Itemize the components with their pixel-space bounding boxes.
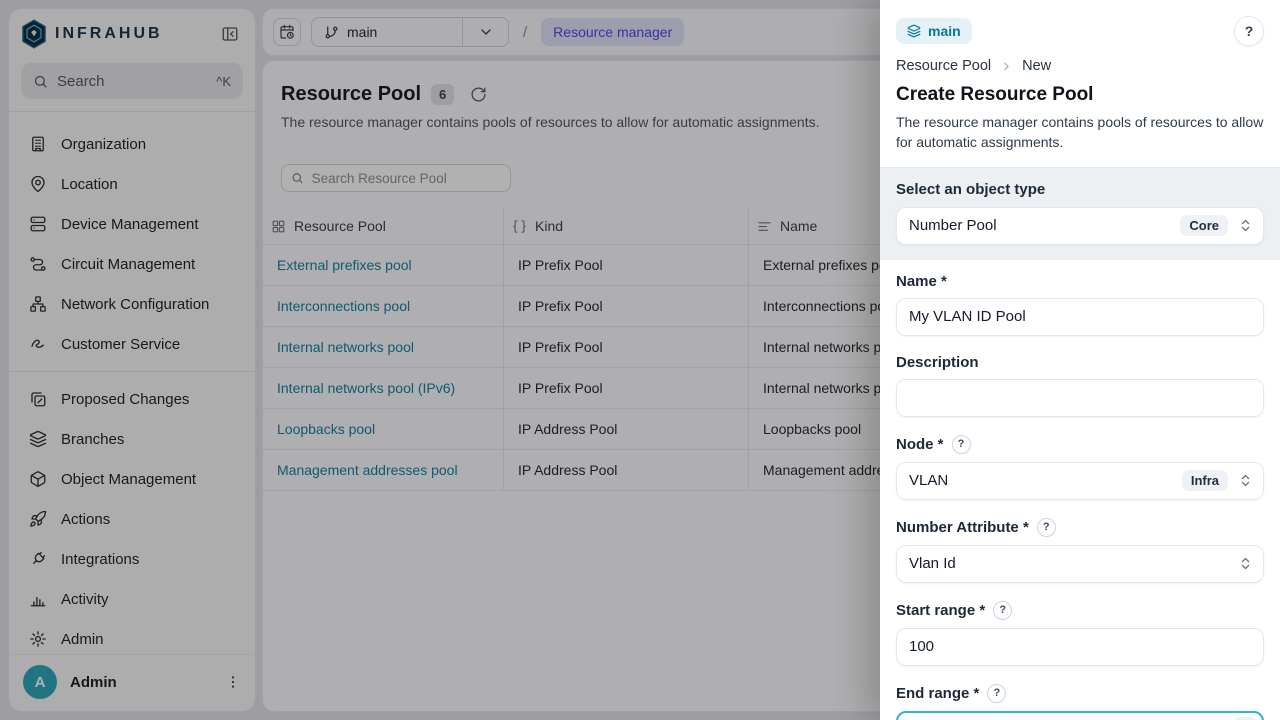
chevrons-up-down-icon [1238, 556, 1253, 571]
breadcrumb-current: New [1022, 58, 1051, 74]
breadcrumb-parent[interactable]: Resource Pool [896, 58, 991, 74]
namespace-badge: Infra [1182, 470, 1228, 491]
end-range-label: End range * [896, 685, 979, 702]
name-input[interactable] [896, 298, 1264, 336]
create-resource-pool-drawer: main ? Resource Pool New Create Resource… [880, 0, 1280, 720]
drawer-description: The resource manager contains pools of r… [896, 112, 1264, 153]
number-attribute-select[interactable]: Vlan Id [896, 545, 1264, 583]
start-range-help-icon[interactable]: ? [993, 601, 1012, 620]
start-range-input[interactable] [896, 628, 1264, 666]
help-button[interactable]: ? [1234, 16, 1264, 46]
object-type-select[interactable]: Number Pool Core [896, 207, 1264, 245]
node-help-icon[interactable]: ? [952, 435, 971, 454]
chevrons-up-down-icon [1238, 473, 1253, 488]
number-attribute-help-icon[interactable]: ? [1037, 518, 1056, 537]
field-number-attribute: Number Attribute * ? Vlan Id [896, 518, 1264, 583]
field-start-range: Start range * ? [896, 601, 1264, 666]
field-end-range: End range * ? [896, 684, 1264, 720]
description-label: Description [896, 354, 1264, 371]
field-node: Node * ? VLAN Infra [896, 435, 1264, 500]
node-label: Node * [896, 436, 944, 453]
field-description: Description [896, 354, 1264, 417]
field-name: Name * [896, 273, 1264, 336]
number-spinner[interactable] [1234, 717, 1256, 720]
drawer-branch-badge: main [896, 18, 972, 44]
node-select[interactable]: VLAN Infra [896, 462, 1264, 500]
object-type-section: Select an object type Number Pool Core [880, 167, 1280, 260]
create-form: Name * Description Node * ? VLAN Infra N… [880, 260, 1280, 720]
number-attribute-value: Vlan Id [909, 555, 956, 572]
object-type-label: Select an object type [896, 181, 1264, 198]
drawer-title: Create Resource Pool [896, 84, 1264, 106]
drawer-breadcrumb: Resource Pool New [896, 58, 1264, 74]
end-range-help-icon[interactable]: ? [987, 684, 1006, 703]
namespace-badge: Core [1180, 215, 1228, 236]
name-label: Name * [896, 273, 1264, 290]
drawer-branch-name: main [928, 23, 961, 39]
node-value: VLAN [909, 472, 948, 489]
number-attribute-label: Number Attribute * [896, 519, 1029, 536]
description-input[interactable] [896, 379, 1264, 417]
chevrons-up-down-icon [1238, 218, 1253, 233]
end-range-input[interactable] [896, 711, 1264, 720]
chevron-right-icon [1000, 60, 1013, 73]
layers-icon [907, 24, 921, 38]
start-range-label: Start range * [896, 602, 985, 619]
object-type-value: Number Pool [909, 217, 997, 234]
